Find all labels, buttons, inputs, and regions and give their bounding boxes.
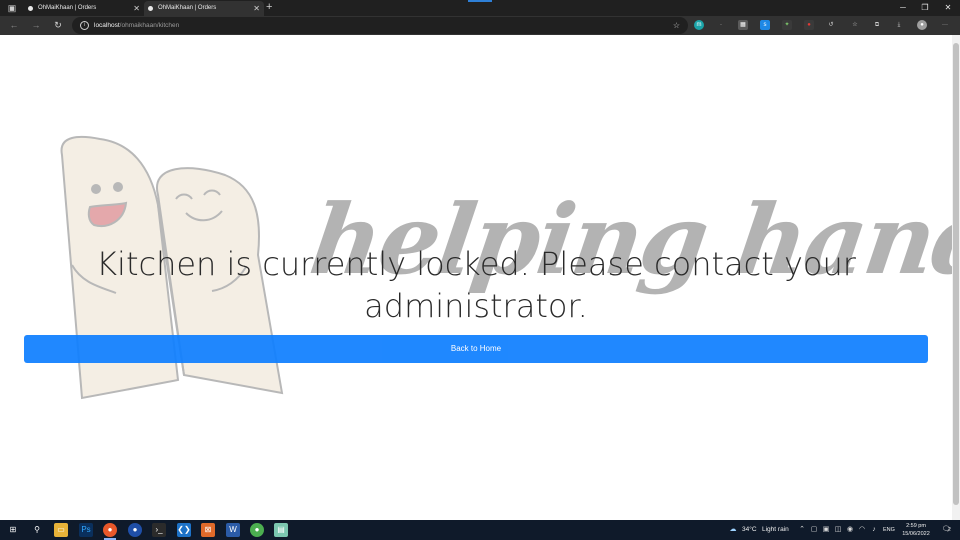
wifi-icon[interactable]: ◠: [858, 525, 866, 535]
back-to-home-button[interactable]: Back to Home: [24, 335, 928, 363]
url-path: /ohmaikhaan/kitchen: [119, 22, 180, 29]
extension-grid-icon[interactable]: ▦: [738, 20, 748, 30]
weather-temp: 34°C: [742, 526, 757, 533]
tray-app-icon[interactable]: ▣: [822, 525, 830, 535]
close-window-icon[interactable]: ✕: [937, 0, 959, 16]
close-tab-icon[interactable]: ✕: [253, 1, 260, 16]
notification-count: 2: [948, 527, 951, 533]
forward-arrow-icon[interactable]: →: [29, 19, 43, 32]
locked-message: Kitchen is currently locked. Please cont…: [96, 245, 856, 325]
minimize-icon[interactable]: ─: [892, 0, 914, 16]
tab-title: OhMaiKhaan | Orders: [158, 5, 217, 11]
notepad-icon[interactable]: ▤: [274, 523, 288, 537]
tray-chevron-icon[interactable]: ⌃: [798, 525, 806, 535]
favorites-icon[interactable]: ☆: [850, 20, 860, 30]
page-scrollbar[interactable]: [952, 35, 960, 520]
windows-start-icon[interactable]: ⊞: [6, 523, 20, 537]
browser-toolbar: ← → ↻ i localhost/ohmaikhaan/kitchen ☆ m…: [0, 16, 960, 35]
address-bar[interactable]: i localhost/ohmaikhaan/kitchen ☆: [72, 17, 688, 34]
clock-time: 2:59 pm: [906, 523, 926, 529]
volume-icon[interactable]: ♪: [870, 525, 878, 535]
tray-app-icon[interactable]: ◫: [834, 525, 842, 535]
tray-app-icon[interactable]: ▢: [810, 525, 818, 535]
browser-tab[interactable]: OhMaiKhaan | Orders ✕: [24, 1, 144, 16]
extension-sync-icon[interactable]: ↺: [826, 20, 836, 30]
photoshop-icon[interactable]: Ps: [79, 523, 93, 537]
browser-tab-active[interactable]: OhMaiKhaan | Orders ✕: [144, 1, 264, 16]
extension-dot-icon[interactable]: ·: [716, 20, 726, 30]
close-tab-icon[interactable]: ✕: [133, 1, 140, 16]
more-menu-icon[interactable]: ···: [940, 20, 950, 30]
file-explorer-icon[interactable]: ▭: [54, 523, 68, 537]
collections-icon[interactable]: ⧉: [872, 20, 882, 30]
restore-icon[interactable]: ❐: [914, 0, 936, 16]
firefox-developer-icon[interactable]: ●: [128, 523, 142, 537]
xampp-icon[interactable]: ⊠: [201, 523, 215, 537]
browser-tab-strip: ▣ OhMaiKhaan | Orders ✕ OhMaiKhaan | Ord…: [0, 0, 960, 16]
tab-title: OhMaiKhaan | Orders: [38, 5, 97, 11]
tab-actions-icon[interactable]: ▣: [6, 2, 18, 14]
downloads-icon[interactable]: ⤓: [894, 20, 904, 30]
profile-avatar-icon[interactable]: ●: [917, 20, 927, 30]
favorite-star-icon[interactable]: ☆: [673, 17, 680, 34]
search-icon[interactable]: ⚲: [30, 523, 44, 537]
page-content: helping hand Kitchen is currently locked…: [0, 35, 952, 520]
extension-s-icon[interactable]: s: [760, 20, 770, 30]
tray-app-icon[interactable]: ◉: [846, 525, 854, 535]
clock[interactable]: 2:59 pm 15/06/2022: [893, 522, 939, 538]
firefox-icon[interactable]: ●: [103, 523, 117, 537]
scrollbar-thumb[interactable]: [953, 43, 959, 505]
url-text: localhost/ohmaikhaan/kitchen: [94, 17, 179, 34]
drag-indicator: [468, 0, 492, 2]
new-tab-icon[interactable]: +: [266, 0, 272, 15]
back-arrow-icon[interactable]: ←: [7, 19, 21, 32]
app-green-icon[interactable]: ●: [250, 523, 264, 537]
weather-desc: Light rain: [762, 526, 789, 533]
tab-favicon-icon: [28, 6, 33, 11]
tab-favicon-icon: [148, 6, 153, 11]
clock-date: 15/06/2022: [902, 531, 930, 537]
extension-record-icon[interactable]: ●: [804, 20, 814, 30]
terminal-icon[interactable]: ›_: [152, 523, 166, 537]
refresh-icon[interactable]: ↻: [51, 19, 65, 32]
extension-leaf-icon[interactable]: ✦: [782, 20, 792, 30]
extension-m-icon[interactable]: m: [694, 20, 704, 30]
windows-taskbar: ⊞ ⚲ ▭ Ps ● ● ›_ ❮❯ ⊠ W ● ▤ ☁ 34°C Light …: [0, 520, 960, 540]
url-host: localhost: [94, 22, 120, 29]
word-icon[interactable]: W: [226, 523, 240, 537]
weather-icon[interactable]: ☁: [728, 525, 738, 535]
vscode-icon[interactable]: ❮❯: [177, 523, 191, 537]
site-info-icon[interactable]: i: [80, 21, 89, 30]
